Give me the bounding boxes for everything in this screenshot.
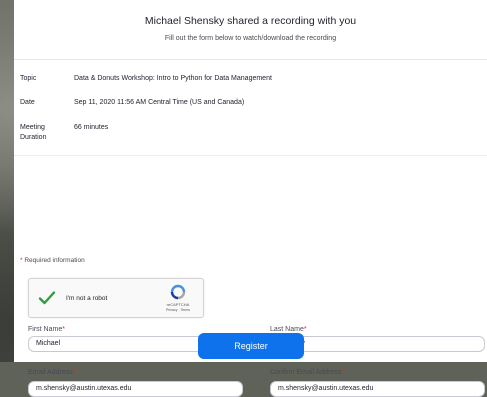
recaptcha-checkbox[interactable] [38, 289, 56, 307]
required-info-text: Required information [24, 257, 85, 264]
recaptcha-logo-icon [167, 284, 189, 300]
required-asterisk: * [62, 326, 65, 333]
confirm-email-input[interactable]: m.shensky@austin.utexas.edu [270, 381, 485, 397]
required-asterisk: * [303, 326, 307, 333]
date-value: Sep 11, 2020 11:56 AM Central Time (US a… [74, 99, 245, 106]
first-name-label: First Name* [28, 325, 65, 334]
page-subtitle: Fill out the form below to watch/downloa… [164, 35, 337, 42]
email-label: Email Address* [28, 368, 75, 377]
topic-value: Data & Donuts Workshop: Intro to Python … [74, 75, 272, 82]
registration-card: Michael Shensky shared a recording with … [14, 0, 487, 397]
duration-label-line1: Meeting [20, 124, 45, 131]
header: Michael Shensky shared a recording with … [14, 0, 487, 60]
date-label: Date [20, 99, 35, 106]
checkmark-icon [38, 291, 56, 305]
email-label-text: Email Address [28, 369, 73, 376]
register-button[interactable]: Register [198, 333, 304, 359]
required-asterisk: * [20, 257, 23, 264]
confirm-email-label-text: Confirm Email Address [270, 369, 342, 376]
duration-label-line2: Duration [20, 134, 47, 141]
last-name-label-text: Last Name [270, 326, 304, 333]
topic-label: Topic [20, 75, 37, 82]
email-input[interactable]: m.shensky@austin.utexas.edu [28, 381, 243, 397]
duration-value: 66 minutes [74, 124, 109, 131]
first-name-label-text: First Name [28, 326, 63, 333]
confirm-email-label: Confirm Email Address* [270, 368, 344, 377]
page-title: Michael Shensky shared a recording with … [144, 15, 357, 27]
recaptcha-brand: reCAPTCHA [166, 302, 190, 307]
required-asterisk: * [72, 369, 76, 376]
required-info: * Required information [20, 256, 85, 265]
required-asterisk: * [341, 369, 344, 376]
recaptcha-label: I'm not a robot [66, 295, 108, 302]
recaptcha-privacy-link[interactable]: Privacy - Terms [153, 308, 203, 312]
recaptcha-widget: I'm not a robot reCAPTCHA Privacy - Term… [28, 278, 204, 318]
recording-info: Topic Data & Donuts Workshop: Intro to P… [14, 60, 487, 156]
duration-label: Meeting Duration [20, 123, 60, 143]
